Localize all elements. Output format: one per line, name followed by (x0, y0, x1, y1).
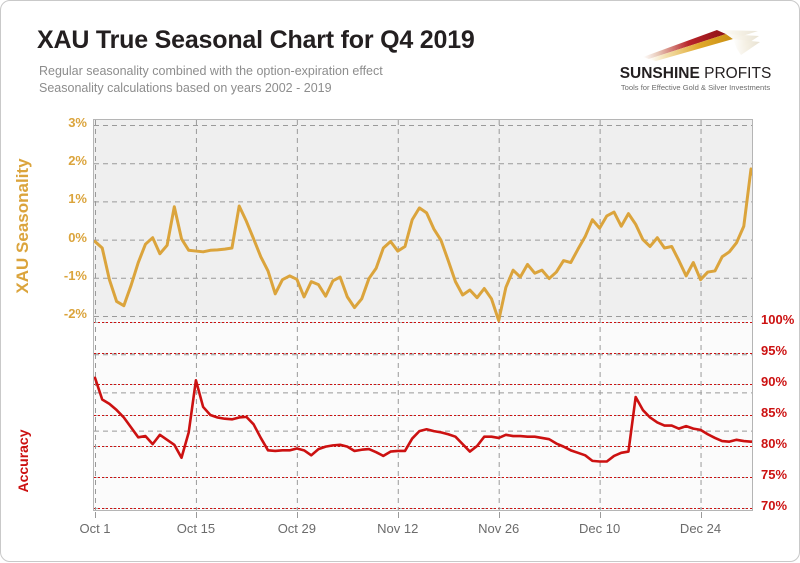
y-tick-seasonality-1: 2% (68, 153, 87, 169)
sunshine-profits-logo: SUNSHINE PROFITS Tools for Effective Gol… (613, 25, 778, 97)
x-tick-3: Nov 12 (377, 521, 419, 536)
x-tick-2: Oct 29 (277, 521, 316, 536)
y-tick-seasonality-3: 0% (68, 229, 87, 245)
chart-page: XAU True Seasonal Chart for Q4 2019 Regu… (0, 0, 800, 562)
y-tick-accuracy-5: 75% (761, 467, 788, 482)
subtitle-line-1: Regular seasonality combined with the op… (39, 64, 383, 78)
y-tick-accuracy-1: 95% (761, 343, 788, 358)
x-tick-6: Dec 24 (679, 521, 722, 536)
axis-title-accuracy: Accuracy (15, 429, 31, 493)
y-tick-seasonality-2: 1% (68, 191, 87, 207)
left-axis-labels: 3% 2% 1% 0% -1% -2% (37, 1, 87, 563)
logo-tagline: Tools for Effective Gold & Silver Invest… (620, 83, 771, 92)
logo-wordmark-bold: SUNSHINE (619, 65, 700, 82)
y-tick-accuracy-3: 85% (761, 405, 788, 420)
right-axis-labels: 100% 95% 90% 85% 80% 75% 70% (761, 1, 800, 563)
page-title: XAU True Seasonal Chart for Q4 2019 (37, 26, 475, 54)
x-tick-1: Oct 15 (176, 521, 216, 536)
x-tick-mark-4 (498, 512, 500, 518)
logo-mark-icon (643, 30, 760, 61)
x-tick-mark-5 (599, 512, 601, 518)
chart-canvas (94, 120, 752, 510)
x-tick-mark-2 (296, 512, 298, 518)
y-tick-accuracy-2: 90% (761, 374, 788, 389)
plot-area (93, 119, 753, 511)
axis-title-seasonality: XAU Seasonality (13, 158, 32, 294)
x-tick-mark-0 (95, 512, 96, 518)
x-tick-4: Nov 26 (478, 521, 520, 536)
y-tick-accuracy-4: 80% (761, 436, 788, 451)
x-tick-5: Dec 10 (579, 521, 621, 536)
logo-wordmark: SUNSHINE PROFITS (613, 65, 778, 83)
x-tick-mark-3 (397, 512, 399, 518)
y-tick-seasonality-4: -1% (63, 267, 87, 283)
y-tick-accuracy-6: 70% (761, 498, 788, 513)
y-tick-seasonality-5: -2% (63, 306, 87, 321)
seasonality-band[interactable] (94, 120, 752, 320)
x-tick-0: Oct 1 (79, 521, 111, 536)
y-tick-accuracy-0: 100% (761, 312, 795, 327)
x-tick-mark-1 (195, 512, 197, 518)
x-tick-mark-6 (700, 512, 702, 518)
y-tick-seasonality-0: 3% (68, 115, 87, 130)
